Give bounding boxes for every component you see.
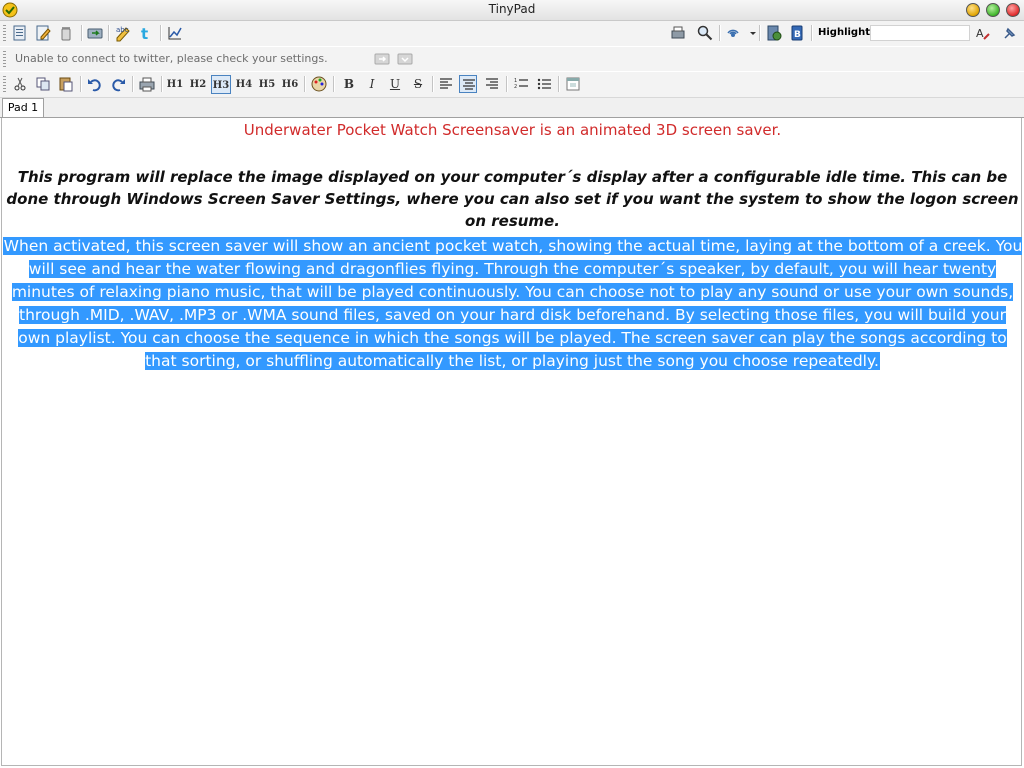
align-center-icon[interactable] [459, 75, 477, 93]
edit-pad-icon[interactable] [34, 24, 52, 42]
tab-pad-1[interactable]: Pad 1 [2, 98, 44, 117]
selection-highlight: When activated, this screen saver will s… [2, 237, 1023, 370]
bold-button[interactable]: B [340, 75, 358, 94]
strikethrough-button[interactable]: S [409, 75, 427, 94]
title-bar: TinyPad [0, 0, 1024, 21]
align-right-icon[interactable] [483, 75, 501, 93]
svg-text:A: A [976, 27, 984, 40]
numbered-list-icon[interactable]: 12 [512, 75, 530, 93]
redo-icon[interactable] [109, 75, 127, 93]
toolbar-separator [432, 76, 434, 92]
export-icon[interactable] [86, 24, 104, 42]
color-palette-icon[interactable] [310, 75, 328, 93]
align-left-icon[interactable] [437, 75, 455, 93]
minimize-button[interactable] [966, 3, 980, 17]
document-paragraph-2: This program will replace the image disp… [6, 168, 1019, 230]
toolbar-separator [759, 25, 761, 41]
selected-paragraph: When activated, this screen saver will s… [2, 235, 1023, 373]
toolbar-grip[interactable] [3, 51, 6, 67]
toolbar-separator [558, 76, 560, 92]
twitter-toolbar: Unable to connect to twitter, please che… [0, 47, 1024, 71]
broadcast-icon[interactable] [724, 24, 742, 42]
send-icon[interactable] [373, 50, 391, 68]
new-pad-icon[interactable] [11, 24, 29, 42]
document-line-1: Underwater Pocket Watch Screensaver is a… [243, 121, 782, 139]
toolbar-separator [161, 76, 163, 92]
svg-text:2: 2 [514, 84, 517, 90]
heading-1-button[interactable]: H1 [165, 75, 185, 94]
heading-6-button[interactable]: H6 [280, 75, 300, 94]
maximize-button[interactable] [986, 3, 1000, 17]
copy-icon[interactable] [34, 75, 52, 93]
bullet-list-icon[interactable] [535, 75, 553, 93]
twitter-status-message: Unable to connect to twitter, please che… [15, 52, 328, 65]
tab-strip: Pad 1 [0, 98, 1024, 118]
toolbar-separator [132, 76, 134, 92]
toolbar-separator [80, 76, 82, 92]
svg-text:abc: abc [116, 26, 129, 34]
window-title: TinyPad [488, 2, 536, 16]
printer-settings-icon[interactable] [669, 24, 687, 42]
main-toolbar: abc t B Highlight: A [0, 21, 1024, 46]
toolbar-separator [333, 76, 335, 92]
close-button[interactable] [1006, 3, 1020, 17]
contacts-icon[interactable] [765, 24, 783, 42]
toolbar-separator [719, 25, 721, 41]
heading-4-button[interactable]: H4 [234, 75, 254, 94]
paste-icon[interactable] [57, 75, 75, 93]
toolbar-grip[interactable] [3, 25, 6, 41]
cut-icon[interactable] [11, 75, 29, 93]
toolbar-separator [108, 25, 110, 41]
toolbar-separator [506, 76, 508, 92]
highlight-clear-icon[interactable]: A [974, 24, 992, 42]
highlight-label: Highlight: [818, 27, 874, 38]
toolbar-separator [160, 25, 162, 41]
chevron-down-icon[interactable] [744, 24, 756, 42]
heading-2-button[interactable]: H2 [188, 75, 208, 94]
heading-3-button[interactable]: H3 [211, 75, 231, 94]
delete-pad-icon[interactable] [57, 24, 75, 42]
italic-button[interactable]: I [363, 75, 381, 94]
search-icon[interactable] [696, 24, 714, 42]
format-toolbar: H1 H2 H3 H4 H5 H6 B I U S 12 [0, 72, 1024, 98]
svg-text:t: t [141, 25, 148, 42]
twitter-icon[interactable]: t [137, 24, 155, 42]
dictionary-icon[interactable]: B [788, 24, 806, 42]
pin-icon[interactable] [1001, 24, 1019, 42]
print-icon[interactable] [138, 75, 156, 93]
spellcheck-icon[interactable]: abc [114, 24, 132, 42]
underline-button[interactable]: U [386, 75, 404, 94]
insert-date-icon[interactable] [564, 75, 582, 93]
svg-text:B: B [794, 30, 801, 40]
undo-icon[interactable] [86, 75, 104, 93]
heading-5-button[interactable]: H5 [257, 75, 277, 94]
chart-icon[interactable] [166, 24, 184, 42]
toolbar-separator [81, 25, 83, 41]
dropdown-icon[interactable] [396, 50, 414, 68]
toolbar-separator [304, 76, 306, 92]
text-editor[interactable]: Underwater Pocket Watch Screensaver is a… [1, 118, 1023, 766]
toolbar-grip[interactable] [3, 76, 6, 92]
toolbar-separator [811, 25, 813, 41]
highlight-input[interactable] [870, 25, 970, 41]
